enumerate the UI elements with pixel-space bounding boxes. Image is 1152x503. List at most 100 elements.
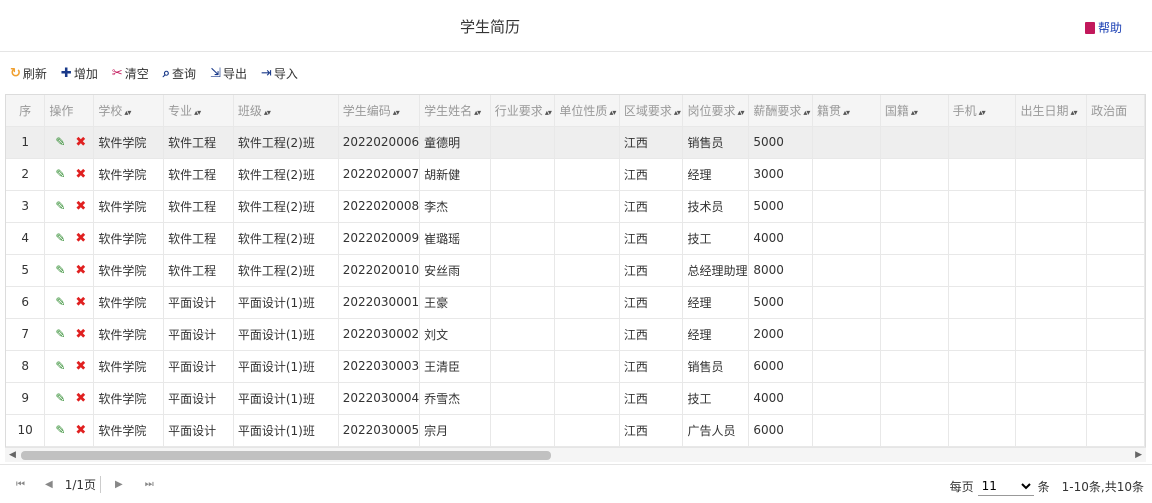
pencil-icon[interactable]: ✎ xyxy=(55,199,65,213)
cell-ops: ✎ ✖ xyxy=(44,414,95,447)
page-size-select[interactable]: 11 xyxy=(977,476,1034,496)
column-header-industry[interactable]: 行业要求 xyxy=(490,95,556,127)
table-row[interactable]: 1 ✎ ✖ 软件学院 软件工程 软件工程(2)班 2022020006 童德明 江西 销售员 500… xyxy=(6,126,1145,159)
table-row[interactable]: 8 ✎ ✖ 软件学院 平面设计 平面设计(1)班 2022030003 王清臣 江西 销售员 600… xyxy=(6,350,1145,383)
add-button[interactable]: ✚ 增加 xyxy=(61,65,98,82)
cell-post: 总经理助理 xyxy=(682,254,750,287)
import-button[interactable]: ⇥ 导入 xyxy=(261,65,298,82)
table-row[interactable]: 9 ✎ ✖ 软件学院 平面设计 平面设计(1)班 2022030004 乔雪杰 江西 技工 4000 xyxy=(6,382,1145,415)
cell-major: 平面设计 xyxy=(163,382,234,415)
cell-region: 江西 xyxy=(619,158,684,191)
help-link[interactable]: 帮助 xyxy=(1084,19,1122,36)
add-label: 增加 xyxy=(73,66,98,81)
cell-nationality xyxy=(880,222,949,255)
delete-icon[interactable]: ✖ xyxy=(75,167,86,182)
scrollbar-thumb[interactable] xyxy=(21,451,551,460)
clear-button[interactable]: ✂ 清空 xyxy=(112,65,149,82)
pencil-icon[interactable]: ✎ xyxy=(55,295,65,309)
cell-phone xyxy=(948,286,1017,319)
cell-unit-type xyxy=(554,254,620,287)
cell-ops: ✎ ✖ xyxy=(44,350,95,383)
delete-icon[interactable]: ✖ xyxy=(75,199,86,214)
table-row[interactable]: 10 ✎ ✖ 软件学院 平面设计 平面设计(1)班 2022030005 宗月 江西 广告人员 60… xyxy=(6,414,1145,447)
cell-name: 崔璐瑶 xyxy=(419,222,491,255)
pencil-icon[interactable]: ✎ xyxy=(55,423,65,437)
delete-icon[interactable]: ✖ xyxy=(75,231,86,246)
table-row[interactable]: 3 ✎ ✖ 软件学院 软件工程 软件工程(2)班 2022020008 李杰 江西 技术员 5000 xyxy=(6,190,1145,223)
cell-class: 软件工程(2)班 xyxy=(233,158,339,191)
refresh-button[interactable]: ↻ 刷新 xyxy=(10,65,47,82)
delete-icon[interactable]: ✖ xyxy=(75,135,86,150)
delete-icon[interactable]: ✖ xyxy=(75,391,86,406)
cell-post: 技术员 xyxy=(682,190,750,223)
pencil-icon[interactable]: ✎ xyxy=(55,263,65,277)
cell-unit-type xyxy=(554,286,620,319)
cell-region: 江西 xyxy=(619,350,684,383)
next-page-icon[interactable]: ▶ xyxy=(115,479,123,490)
column-header-name[interactable]: 学生姓名 xyxy=(419,95,491,127)
column-header-region[interactable]: 区域要求 xyxy=(619,95,684,127)
cell-birthdate xyxy=(1015,126,1088,159)
export-button[interactable]: ⇲ 导出 xyxy=(210,65,247,82)
toolbar: ↻ 刷新 ✚ 增加 ✂ 清空 ⌕ 查询 ⇲ 导出 ⇥ 导入 xyxy=(0,52,1152,94)
delete-icon[interactable]: ✖ xyxy=(75,263,86,278)
prev-page-icon[interactable]: ◀ xyxy=(45,479,53,490)
table-row[interactable]: 4 ✎ ✖ 软件学院 软件工程 软件工程(2)班 2022020009 崔璐瑶 江西 技工 4000 xyxy=(6,222,1145,255)
delete-icon[interactable]: ✖ xyxy=(75,359,86,374)
horizontal-scrollbar[interactable]: ◀ ▶ xyxy=(5,447,1146,462)
pencil-icon[interactable]: ✎ xyxy=(55,135,65,149)
cell-region: 江西 xyxy=(619,126,684,159)
cell-code: 2022020009 xyxy=(338,222,421,255)
cell-politics xyxy=(1086,286,1145,319)
table-row[interactable]: 6 ✎ ✖ 软件学院 平面设计 平面设计(1)班 2022030001 王豪 江西 经理 5000 xyxy=(6,286,1145,319)
column-header-phone[interactable]: 手机 xyxy=(948,95,1017,127)
column-header-code[interactable]: 学生编码 xyxy=(338,95,421,127)
column-header-major[interactable]: 专业 xyxy=(163,95,234,127)
last-page-icon[interactable]: ⏭ xyxy=(145,479,154,490)
column-header-school[interactable]: 学校 xyxy=(93,95,165,127)
pencil-icon[interactable]: ✎ xyxy=(55,327,65,341)
cell-name: 胡新健 xyxy=(419,158,491,191)
column-header-unit-type[interactable]: 单位性质 xyxy=(554,95,620,127)
pencil-icon[interactable]: ✎ xyxy=(55,167,65,181)
column-header-birthdate[interactable]: 出生日期 xyxy=(1015,95,1088,127)
cell-ops: ✎ ✖ xyxy=(44,286,95,319)
table-row[interactable]: 7 ✎ ✖ 软件学院 平面设计 平面设计(1)班 2022030002 刘文 江西 经理 2000 xyxy=(6,318,1145,351)
cell-nationality xyxy=(880,318,949,351)
cell-birthdate xyxy=(1015,414,1088,447)
cell-phone xyxy=(948,222,1017,255)
delete-icon[interactable]: ✖ xyxy=(75,295,86,310)
cell-salary: 5000 xyxy=(748,286,813,319)
delete-icon[interactable]: ✖ xyxy=(75,423,86,438)
cell-code: 2022030002 xyxy=(338,318,421,351)
pencil-icon[interactable]: ✎ xyxy=(55,391,65,405)
pencil-icon[interactable]: ✎ xyxy=(55,359,65,373)
cell-politics xyxy=(1086,190,1145,223)
cell-major: 平面设计 xyxy=(163,286,234,319)
pencil-icon[interactable]: ✎ xyxy=(55,231,65,245)
cell-region: 江西 xyxy=(619,382,684,415)
cell-phone xyxy=(948,318,1017,351)
cell-unit-type xyxy=(554,190,620,223)
scroll-left-icon[interactable]: ◀ xyxy=(9,450,16,460)
first-page-icon[interactable]: ⏮ xyxy=(16,479,25,490)
table-row[interactable]: 2 ✎ ✖ 软件学院 软件工程 软件工程(2)班 2022020007 胡新健 江西 经理 3000 xyxy=(6,158,1145,191)
column-header-origin[interactable]: 籍贯 xyxy=(812,95,881,127)
cell-salary: 8000 xyxy=(748,254,813,287)
table-row[interactable]: 5 ✎ ✖ 软件学院 软件工程 软件工程(2)班 2022020010 安丝雨 江西 总经理助理 8… xyxy=(6,254,1145,287)
delete-icon[interactable]: ✖ xyxy=(75,327,86,342)
column-header-post[interactable]: 岗位要求 xyxy=(682,95,750,127)
cell-class: 平面设计(1)班 xyxy=(233,286,339,319)
cell-nationality xyxy=(880,254,949,287)
column-header-salary[interactable]: 薪酬要求 xyxy=(748,95,813,127)
column-header-class[interactable]: 班级 xyxy=(233,95,339,127)
search-icon: ⌕ xyxy=(162,65,171,81)
cell-code: 2022020006 xyxy=(338,126,421,159)
cell-birthdate xyxy=(1015,254,1088,287)
column-header-nationality[interactable]: 国籍 xyxy=(880,95,949,127)
cell-post: 销售员 xyxy=(682,126,750,159)
query-button[interactable]: ⌕ 查询 xyxy=(163,65,196,82)
scroll-right-icon[interactable]: ▶ xyxy=(1135,450,1142,460)
cell-name: 宗月 xyxy=(419,414,491,447)
column-header-politics[interactable]: 政治面 xyxy=(1086,95,1145,127)
